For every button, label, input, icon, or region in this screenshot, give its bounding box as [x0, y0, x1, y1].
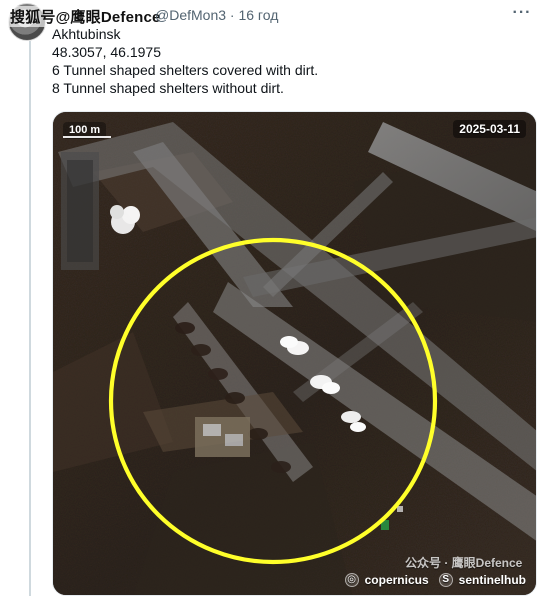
post-text: Akhtubinsk 48.3057, 46.1975 6 Tunnel sha… — [52, 25, 531, 97]
post-page: 搜狐号@鹰眼Defence @DefMon3 · 16 год ··· Akht… — [0, 0, 545, 596]
sentinelhub-text: sentinelhub — [458, 573, 526, 587]
satellite-svg — [53, 112, 536, 595]
image-logos: ◎ copernicus S sentinelhub — [344, 573, 526, 587]
post-line-4: 8 Tunnel shaped shelters without dirt. — [52, 80, 284, 96]
copernicus-logo: ◎ copernicus — [344, 573, 429, 587]
post-line-3: 6 Tunnel shaped shelters covered with di… — [52, 62, 319, 78]
scale-bar-line — [63, 136, 111, 138]
satellite-image[interactable]: 100 m 2025-03-11 公众号 · 鹰眼Defence ◎ coper… — [52, 111, 537, 596]
sentinelhub-logo: S sentinelhub — [438, 573, 526, 587]
sentinelhub-icon: S — [438, 573, 453, 587]
top-watermark: 搜狐号@鹰眼Defence — [8, 6, 163, 27]
thread-line — [29, 41, 31, 596]
post-line-2: 48.3057, 46.1975 — [52, 44, 161, 60]
more-icon: ··· — [512, 4, 532, 21]
copernicus-icon: ◎ — [344, 573, 359, 587]
post-meta: @DefMon3 · 16 год — [155, 7, 279, 23]
post-line-1: Akhtubinsk — [52, 26, 121, 42]
more-button[interactable]: ··· — [509, 4, 535, 22]
copernicus-text: copernicus — [364, 573, 429, 587]
image-date-badge: 2025-03-11 — [453, 120, 526, 138]
image-watermark: 公众号 · 鹰眼Defence — [405, 556, 523, 570]
